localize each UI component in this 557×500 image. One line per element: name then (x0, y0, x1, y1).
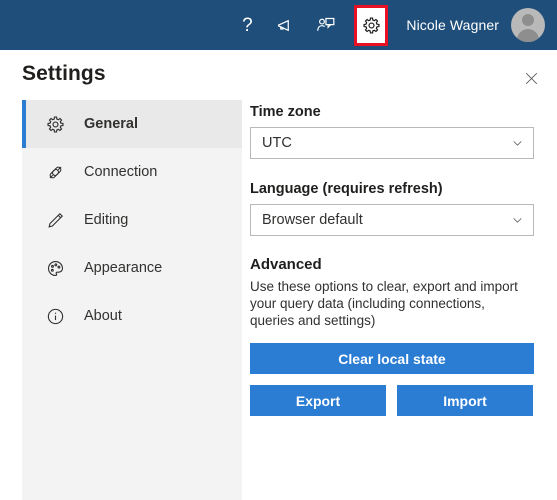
import-button[interactable]: Import (397, 385, 533, 416)
sidebar-item-label: About (84, 308, 122, 324)
timezone-select[interactable]: UTC (250, 127, 534, 159)
top-navigation-bar: ? Nicole Wagner (0, 0, 557, 50)
help-icon[interactable]: ? (230, 8, 264, 42)
sidebar-item-label: General (84, 116, 138, 132)
sidebar-item-label: Editing (84, 212, 129, 228)
info-icon (44, 305, 66, 327)
chevron-down-icon (511, 214, 524, 227)
export-button[interactable]: Export (250, 385, 386, 416)
settings-gear-button[interactable] (354, 4, 389, 46)
sidebar-item-about[interactable]: About (22, 292, 242, 340)
language-select[interactable]: Browser default (250, 204, 534, 236)
settings-sidebar: General Connection Editing Appearance Ab… (22, 100, 242, 500)
gear-icon (44, 113, 66, 135)
clear-local-state-button[interactable]: Clear local state (250, 343, 534, 374)
language-value: Browser default (262, 212, 363, 228)
palette-icon (44, 257, 66, 279)
page-title: Settings (22, 62, 106, 85)
sidebar-item-label: Connection (84, 164, 158, 180)
advanced-description: Use these options to clear, export and i… (250, 279, 518, 328)
pencil-icon (44, 209, 66, 231)
sidebar-item-connection[interactable]: Connection (22, 148, 242, 196)
export-import-button-row: Export Import (250, 385, 534, 416)
sidebar-item-editing[interactable]: Editing (22, 196, 242, 244)
feedback-icon[interactable] (308, 8, 342, 42)
plug-icon (44, 161, 66, 183)
timezone-label: Time zone (250, 104, 321, 120)
sidebar-item-label: Appearance (84, 260, 163, 276)
timezone-value: UTC (262, 135, 292, 151)
close-icon[interactable] (517, 64, 545, 92)
chevron-down-icon (511, 137, 524, 150)
megaphone-icon[interactable] (269, 8, 303, 42)
advanced-heading: Advanced (250, 256, 322, 273)
settings-panel-header: Settings (0, 50, 557, 100)
user-avatar[interactable] (511, 8, 545, 42)
sidebar-item-general[interactable]: General (22, 100, 242, 148)
language-label: Language (requires refresh) (250, 181, 443, 197)
sidebar-item-appearance[interactable]: Appearance (22, 244, 242, 292)
gear-icon (363, 16, 380, 34)
help-icon-glyph: ? (242, 14, 253, 36)
general-settings-pane: Time zone UTC Language (requires refresh… (250, 104, 534, 416)
username-label: Nicole Wagner (406, 17, 499, 33)
